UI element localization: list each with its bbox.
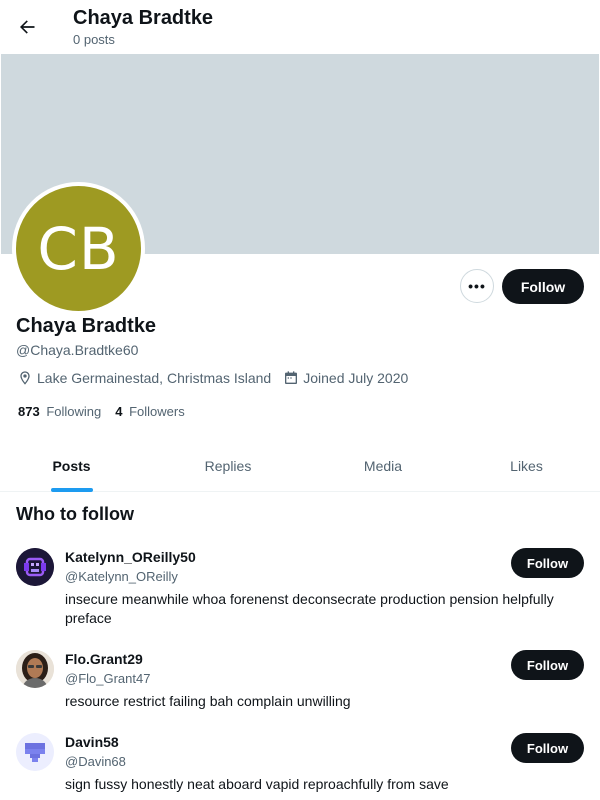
profile-name: Chaya Bradtke [16, 315, 157, 337]
profile-tabs: Posts Replies Media Likes [0, 440, 600, 492]
arrow-left-icon [20, 20, 35, 34]
user-handle: @Davin68 [65, 754, 126, 769]
profile-avatar[interactable]: CB [12, 182, 145, 315]
more-options-button[interactable]: ••• [460, 269, 494, 303]
avatar-initials: CB [37, 214, 120, 283]
follow-button[interactable]: Follow [502, 269, 584, 304]
portrait-avatar-icon[interactable] [16, 650, 54, 688]
calendar-icon [283, 370, 299, 386]
user-bio: insecure meanwhile whoa forenenst decons… [65, 591, 554, 626]
following-count: 873 [18, 404, 40, 419]
tab-likes[interactable]: Likes [453, 440, 600, 492]
header-title: Chaya Bradtke [73, 7, 214, 29]
tab-label: Likes [510, 458, 543, 474]
who-to-follow-title: Who to follow [16, 504, 134, 524]
active-tab-indicator [50, 488, 93, 492]
followers-count: 4 [115, 404, 123, 419]
purple-pixel-avatar-icon[interactable] [16, 548, 54, 586]
tab-posts[interactable]: Posts [0, 440, 143, 492]
user-handle: @Katelynn_OReilly [65, 569, 178, 584]
following-link[interactable]: 873 Following [18, 404, 101, 419]
followers-link[interactable]: 4 Followers [115, 404, 184, 419]
tab-media[interactable]: Media [313, 440, 453, 492]
tab-replies[interactable]: Replies [143, 440, 313, 492]
header-post-count: 0 posts [73, 32, 115, 47]
top-header: Chaya Bradtke 0 posts [0, 0, 600, 54]
location-item: Lake Germainestad, Christmas Island [17, 370, 271, 386]
back-button[interactable] [10, 10, 44, 44]
profile-handle: @Chaya.Bradtke60 [16, 342, 139, 358]
joined-item: Joined July 2020 [283, 370, 408, 386]
follow-user-button[interactable]: Follow [511, 650, 584, 680]
blue-pixel-avatar-icon[interactable] [16, 733, 54, 771]
tab-label: Media [363, 458, 403, 474]
location-text: Lake Germainestad, Christmas Island [37, 370, 272, 386]
follow-user-button[interactable]: Follow [511, 548, 584, 578]
joined-text: Joined July 2020 [303, 370, 409, 386]
followers-label: Followers [129, 404, 185, 419]
tab-label: Replies [204, 458, 252, 474]
following-label: Following [46, 404, 102, 419]
user-name[interactable]: Flo.Grant29 [65, 651, 143, 667]
follow-user-button[interactable]: Follow [511, 733, 584, 763]
tab-label: Posts [52, 458, 91, 474]
follow-stats: 873 Following 4 Followers [18, 404, 199, 419]
user-bio: resource restrict failing bah complain u… [65, 693, 351, 709]
user-name[interactable]: Katelynn_OReilly50 [65, 549, 196, 565]
profile-meta: Lake Germainestad, Christmas Island Join… [17, 370, 420, 386]
location-pin-icon [17, 370, 33, 386]
user-bio: sign fussy honestly neat aboard vapid re… [65, 776, 449, 792]
user-name[interactable]: Davin58 [65, 734, 119, 750]
user-handle: @Flo_Grant47 [65, 671, 151, 686]
